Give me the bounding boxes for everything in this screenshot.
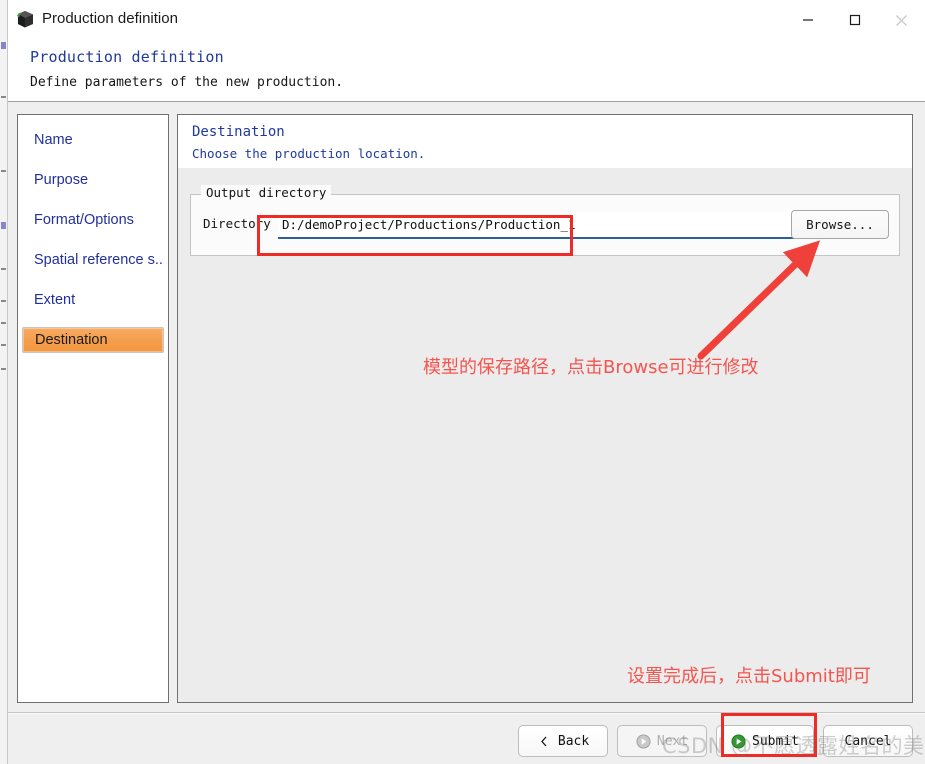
sidebar-item-spatial-reference[interactable]: Spatial reference s... (22, 247, 164, 273)
cancel-button-label: Cancel (844, 733, 892, 749)
sidebar-item-label: Destination (35, 332, 108, 348)
footer-button-row: Back Next Submit Cancel (518, 725, 913, 757)
sidebar-item-label: Name (34, 132, 73, 148)
panel-subtitle: Choose the production location. (192, 146, 426, 161)
window-controls (784, 0, 925, 40)
submit-button[interactable]: Submit (716, 725, 814, 757)
sidebar-item-label: Purpose (34, 172, 89, 188)
destination-panel: Destination Choose the production locati… (177, 114, 913, 703)
browse-button[interactable]: Browse... (791, 210, 889, 239)
annotation-submit-hint: 设置完成后，点击Submit即可 (627, 666, 871, 687)
sidebar-item-label: Format/Options (34, 212, 134, 228)
directory-input[interactable] (278, 212, 807, 239)
sidebar-item-purpose[interactable]: Purpose (22, 167, 164, 193)
back-button-label: Back (557, 733, 590, 749)
app-window: Production definition Production definit… (0, 0, 925, 764)
sidebar-item-format-options[interactable]: Format/Options (22, 207, 164, 233)
red-arrow-to-browse (697, 240, 820, 360)
back-button[interactable]: Back (518, 725, 609, 757)
panel-title: Destination (192, 124, 285, 140)
arrow-right-circle-green-icon (731, 733, 746, 749)
arrow-right-circle-gray-icon (636, 733, 651, 749)
cube-icon (14, 8, 36, 30)
next-button: Next (617, 725, 708, 757)
window-title: Production definition (42, 10, 178, 27)
group-legend: Output directory (201, 185, 332, 200)
next-button-label: Next (656, 733, 689, 749)
close-icon[interactable] (878, 0, 925, 40)
title-bar: Production definition (8, 0, 925, 40)
submit-button-label: Submit (752, 733, 799, 749)
page-title: Production definition (30, 48, 224, 66)
sidebar-item-label: Extent (34, 292, 76, 308)
sidebar-item-name[interactable]: Name (22, 127, 164, 153)
background-window-sliver (0, 0, 8, 764)
annotation-save-path: 模型的保存路径，点击Browse可进行修改 (423, 357, 759, 378)
sidebar-item-label: Spatial reference s... (34, 252, 164, 268)
cancel-button[interactable]: Cancel (823, 725, 913, 757)
directory-label: Directory (203, 216, 271, 231)
panel-header: Destination Choose the production locati… (178, 115, 912, 168)
sidebar-item-extent[interactable]: Extent (22, 287, 164, 313)
footer-bar: Back Next Submit Cancel (8, 714, 925, 764)
minimize-icon[interactable] (784, 0, 831, 40)
wizard-step-sidebar: Name Purpose Format/Options Spatial refe… (17, 114, 169, 703)
page-subtitle: Define parameters of the new production. (30, 75, 344, 90)
sidebar-item-destination[interactable]: Destination (22, 327, 164, 353)
maximize-icon[interactable] (831, 0, 878, 40)
chevron-left-icon (537, 734, 552, 749)
